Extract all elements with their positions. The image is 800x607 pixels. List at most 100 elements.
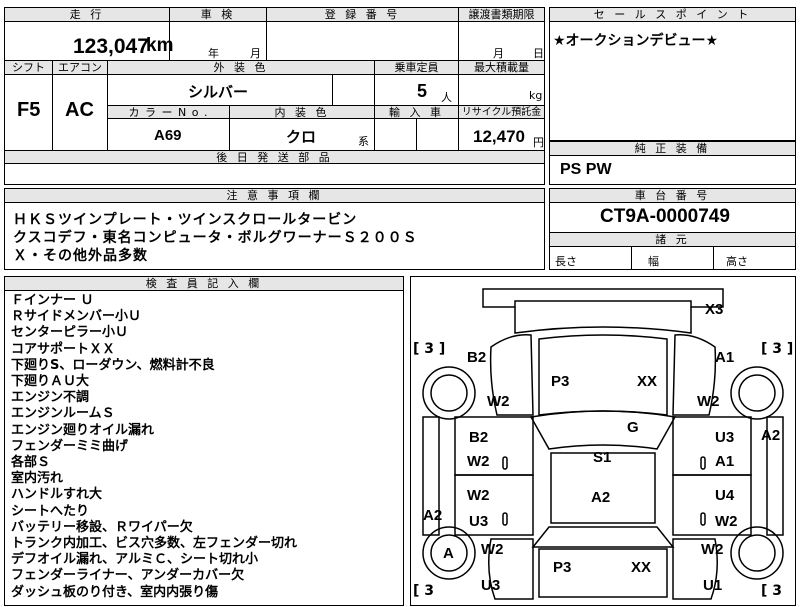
mark-a1-top: A1 [715, 349, 735, 366]
shift-value: F5 [17, 99, 41, 121]
ac-cell: AC [53, 75, 108, 151]
sales-point-box: セ ー ル ス ポ イ ン ト ★オークションデビュー★ [549, 7, 796, 141]
mark-g: G [627, 419, 639, 436]
inspector-line: ダッシュ板のり付き、室内内張り傷 [11, 584, 219, 600]
interior-color-suffix: 系 [358, 135, 369, 148]
inspector-line: 各部Ｓ [11, 455, 51, 470]
shift-header: シフト [5, 61, 53, 75]
ac-value: AC [65, 99, 94, 121]
registration-cell [267, 21, 459, 61]
tire-front-left: [ 3 ] [413, 341, 446, 357]
max-load-cell: kg [459, 75, 544, 106]
mark-u3-left: U3 [469, 513, 489, 530]
mark-b2-mid: B2 [469, 429, 489, 446]
transfer-cell: 月 日 [459, 21, 544, 61]
transfer-header: 譲渡書類期限 [459, 8, 544, 22]
inspection-header: 車 検 [170, 8, 267, 22]
notes-header: 注 意 事 項 欄 [5, 189, 544, 203]
capacity-unit: 人 [441, 91, 452, 104]
exterior-color-extra [333, 75, 375, 106]
inspector-line: デフオイル漏れ、アルミＣ、シート切れ小 [11, 552, 259, 568]
inspection-cell: 年 月 [170, 21, 267, 61]
notes-line-3: Ｘ・その他外品多数 [13, 248, 148, 264]
exterior-color-value: シルバー [188, 83, 249, 101]
mark-a2-center: A2 [591, 489, 611, 506]
genuine-equipment-text: PS PW [560, 161, 612, 178]
vehicle-info-table: 走 行 車 検 登 録 番 号 譲渡書類期限 123,047 km 年 月 月 … [4, 7, 545, 185]
mark-u3-bottom: U3 [481, 577, 501, 594]
height-label: 高さ [726, 255, 748, 268]
recycle-header: リサイクル預託金 [459, 106, 544, 119]
mark-w2-left-low: W2 [467, 487, 490, 504]
tire-rear-left: [ 3 [413, 583, 435, 599]
shift-cell: F5 [5, 75, 53, 151]
mark-w2-right-low: W2 [715, 513, 738, 530]
mileage-header: 走 行 [5, 8, 170, 22]
mileage-cell: 123,047 km [5, 21, 173, 61]
mark-s1: S1 [593, 449, 612, 466]
mark-p3-bottom: P3 [553, 559, 572, 576]
mark-w2-left-front: W2 [487, 393, 510, 410]
capacity-value: 5 [417, 81, 428, 101]
inspector-line: Ｆインナー Ｕ [11, 293, 94, 308]
color-no-cell: A69 [108, 119, 230, 151]
inspector-line: 下廻りＡＵ大 [11, 374, 90, 389]
notes-box: 注 意 事 項 欄 ＨＫＳツインプレート・ツインスクロールタービン クスコデフ・… [4, 188, 545, 270]
inspector-line: バッテリー移設、Ｒワイパー欠 [11, 519, 193, 535]
inspector-line: Ｒサイドメンバー小Ｕ [11, 309, 142, 325]
genuine-equipment-header: 純 正 装 備 [550, 142, 795, 156]
mark-u3-right: U3 [715, 429, 735, 446]
registration-header: 登 録 番 号 [267, 8, 459, 22]
transfer-month: 月 [493, 47, 504, 60]
dimensions-header: 諸 元 [550, 232, 795, 247]
mark-u4-right: U4 [715, 487, 735, 504]
sales-point-text: ★オークションデビュー★ [553, 33, 719, 49]
notes-line-2: クスコデフ・東名コンピュータ・ボルグワーナーＳ２００Ｓ [13, 230, 418, 246]
transfer-day: 日 [533, 47, 544, 60]
dimension-height: 高さ [714, 246, 795, 269]
mark-a-wheel: A [443, 545, 454, 562]
dimension-width: 幅 [632, 246, 714, 269]
exterior-color-header: 外 装 色 [108, 61, 375, 75]
dimension-length: 長さ [550, 246, 632, 269]
inspector-line: 室内汚れ [11, 471, 64, 487]
inspector-header: 検 査 員 記 入 欄 [5, 277, 403, 291]
inspector-line: センターピラー小Ｕ [11, 325, 129, 341]
capacity-cell: 5 人 [375, 75, 459, 106]
mark-xx-top: XX [637, 373, 658, 390]
inspector-line: フェンダーライナー、アンダーカバー欠 [11, 568, 245, 584]
tire-rear-right: [ 3 [761, 583, 783, 599]
max-load-header: 最大積載量 [459, 61, 544, 75]
interior-color-header: 内 装 色 [230, 106, 375, 119]
inspector-line: トランク内加工、ビス穴多数、左フェンダー切れ [11, 536, 298, 551]
capacity-header: 乗車定員 [375, 61, 459, 75]
mileage-value: 123,047 [73, 35, 149, 58]
inspector-line: 下廻りS、ローダウン、燃料計不良 [11, 357, 215, 373]
inspector-line: フェンダーミミ曲げ [11, 438, 129, 454]
recycle-unit: 円 [533, 136, 544, 149]
mark-a1-right-mid: A1 [715, 453, 735, 470]
chassis-value: CT9A-0000749 [600, 206, 730, 227]
inspector-box: 検 査 員 記 入 欄 Ｆインナー Ｕ Ｒサイドメンバー小Ｕ センターピラー小Ｕ コア… [4, 276, 404, 606]
inspector-line: エンジンルームＳ [11, 406, 115, 422]
import-cell-a [375, 119, 417, 151]
inspector-line: エンジン不調 [11, 390, 90, 406]
notes-line-1: ＨＫＳツインプレート・ツインスクロールタービン [13, 212, 358, 228]
import-cell-b [417, 119, 459, 151]
width-label: 幅 [648, 255, 659, 268]
chassis-box: 車 台 番 号 CT9A-0000749 諸 元 長さ 幅 高さ [549, 188, 796, 270]
inspector-line: ハンドルすれ大 [11, 487, 103, 503]
mark-a2-right: A2 [761, 427, 781, 444]
max-load-unit: kg [529, 89, 543, 102]
chassis-header: 車 台 番 号 [550, 189, 795, 203]
interior-color-cell: クロ 系 [230, 119, 375, 151]
tire-front-right: [ 3 ] [761, 341, 794, 357]
recycle-value: 12,470 [473, 127, 525, 146]
inspection-year: 年 [208, 47, 219, 60]
mark-xx-bottom: XX [631, 559, 652, 576]
inspector-line: シートへたり [11, 503, 90, 519]
color-no-header: カ ラ ー N o . [108, 106, 230, 119]
interior-color-value: クロ [286, 128, 317, 146]
length-label: 長さ [555, 255, 577, 268]
mark-w2-right-rear: W2 [701, 541, 724, 558]
